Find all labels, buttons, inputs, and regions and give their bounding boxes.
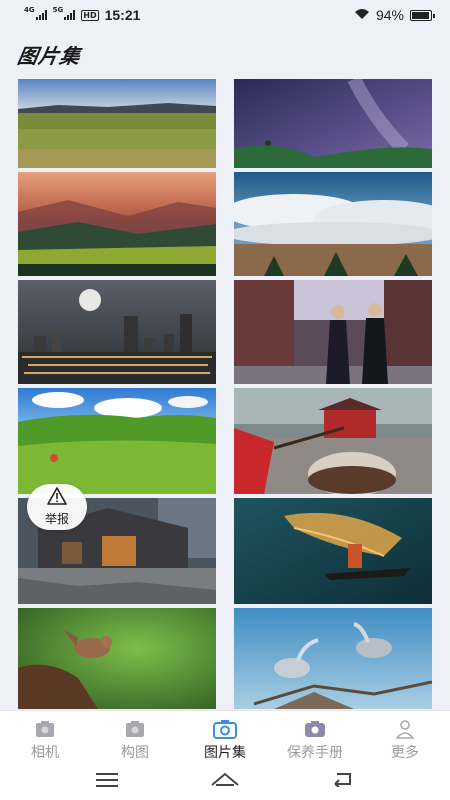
tab-camera[interactable]: 相机 — [0, 711, 90, 762]
tab-label: 图片集 — [204, 745, 246, 761]
photo-green-hills[interactable] — [18, 388, 216, 494]
home-icon[interactable] — [210, 771, 240, 791]
tab-label: 相机 — [31, 745, 59, 761]
tab-label: 保养手册 — [287, 745, 343, 761]
photo-couple-street[interactable] — [234, 280, 432, 384]
tab-composition[interactable]: 构图 — [90, 711, 180, 762]
photo-grid[interactable] — [18, 79, 432, 709]
cell-signal-4g-icon: 4G — [24, 7, 47, 20]
photo-milky-way[interactable] — [234, 79, 432, 168]
wifi-icon — [354, 7, 370, 23]
battery-percent: 94% — [375, 7, 404, 23]
camera-icon — [213, 718, 237, 740]
photo-grassland[interactable] — [18, 79, 216, 168]
system-nav-bar — [0, 762, 450, 800]
photo-fisherman-net[interactable] — [234, 498, 432, 604]
menu-icon[interactable] — [96, 772, 118, 791]
hd-voice-icon: HD — [81, 9, 99, 21]
report-button-label: 举报 — [44, 512, 69, 526]
photo-mountain-sunset[interactable] — [18, 172, 216, 276]
tab-label: 构图 — [121, 745, 149, 761]
battery-icon — [410, 9, 435, 21]
camera-icon — [304, 718, 326, 740]
photo-city-moon[interactable] — [18, 280, 216, 384]
tab-label: 更多 — [391, 745, 419, 761]
photo-bird-branch[interactable] — [18, 608, 216, 709]
photo-herons[interactable] — [234, 608, 432, 709]
report-button[interactable]: 举报 — [27, 484, 87, 530]
tab-maintenance-manual[interactable]: 保养手册 — [270, 711, 360, 762]
status-time: 15:21 — [104, 7, 141, 23]
bottom-tab-bar: 相机 构图 图片集 保养手册 更多 — [0, 710, 450, 762]
photo-drum-temple[interactable] — [234, 388, 432, 494]
tab-more[interactable]: 更多 — [360, 711, 450, 762]
person-icon — [395, 718, 415, 740]
status-bar: 4G 5G HD 15:21 94% — [0, 0, 450, 30]
cell-signal-5g-icon: 5G — [53, 7, 76, 20]
tab-gallery[interactable]: 图片集 — [180, 711, 270, 762]
warning-icon — [47, 487, 67, 509]
back-icon[interactable] — [332, 771, 354, 791]
composition-icon — [125, 718, 145, 740]
photo-sea-of-clouds[interactable] — [234, 172, 432, 276]
camera-icon — [35, 718, 55, 740]
page-title: 图片集 — [15, 44, 83, 68]
